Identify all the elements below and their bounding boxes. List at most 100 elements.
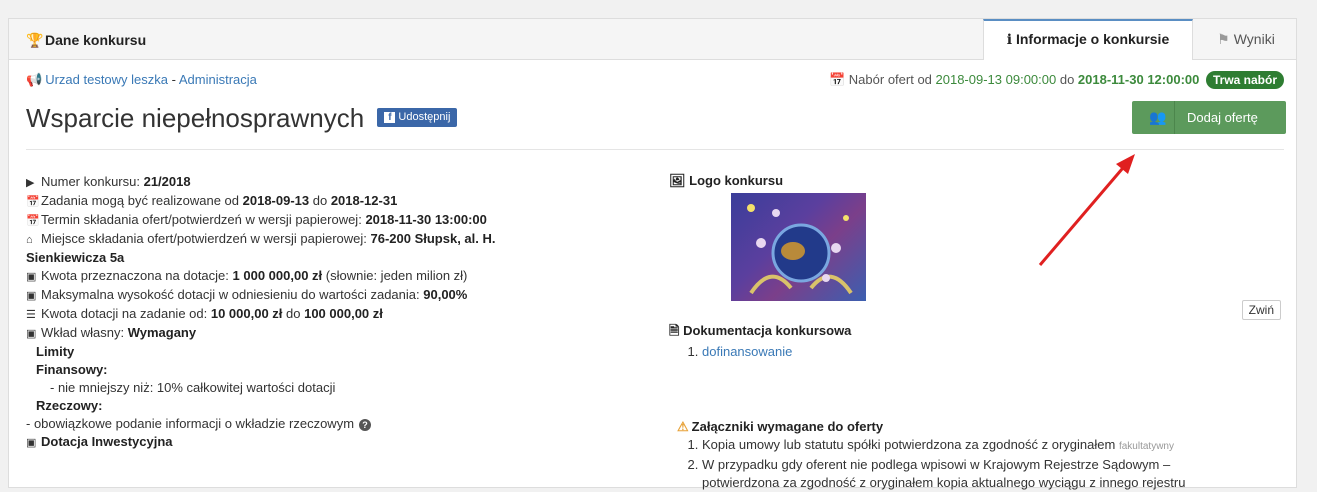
flag-icon: ⚑ bbox=[1217, 31, 1230, 47]
place-value-2: Sienkiewicza 5a bbox=[26, 250, 125, 265]
page-title: Wsparcie niepełnosprawnych f Udostępnij bbox=[26, 103, 458, 134]
amount-words: (słownie: jeden milion zł) bbox=[322, 268, 468, 283]
facebook-icon: f bbox=[384, 111, 396, 123]
attach-title: Załączniki wymagane do oferty bbox=[691, 419, 884, 434]
range-mid: do bbox=[282, 306, 305, 321]
tasks-label: Zadania mogą być realizowane od bbox=[41, 193, 243, 208]
max-value: 90,00% bbox=[423, 287, 468, 302]
investment-label: Dotacja Inwestycyjna bbox=[41, 434, 173, 449]
deadline-label: Termin składania ofert/potwierdzeń w wer… bbox=[41, 212, 366, 227]
number-value: 21/2018 bbox=[143, 174, 191, 189]
financial-heading: Finansowy: bbox=[36, 362, 108, 377]
place-label: Miejsce składania ofert/potwierdzeń w we… bbox=[41, 231, 371, 246]
attachments-list: Kopia umowy lub statutu spółki potwierdz… bbox=[677, 436, 1289, 492]
logo-artwork bbox=[747, 204, 853, 295]
warning-icon: ⚠ bbox=[677, 419, 689, 434]
investment-grant: ▣ Dotacja Inwestycyjna bbox=[26, 433, 586, 452]
grant-range: ☰ Kwota dotacji na zadanie od: 10 000,00 … bbox=[26, 305, 586, 324]
home-icon: ⌂ bbox=[26, 234, 33, 246]
calendar-icon: 📅 bbox=[26, 215, 40, 227]
max-label: Maksymalna wysokość dotacji w odniesieni… bbox=[41, 287, 424, 302]
optional-tag: fakultatywny bbox=[1118, 441, 1174, 452]
tasks-mid: do bbox=[309, 193, 331, 208]
document-link[interactable]: dofinansowanie bbox=[702, 344, 792, 359]
amount-value: 1 000 000,00 zł bbox=[232, 268, 323, 283]
contest-title: Wsparcie niepełnosprawnych bbox=[26, 103, 365, 133]
number-label: Numer konkursu: bbox=[41, 174, 144, 189]
submission-period: 📅 Nabór ofert od 2018-09-13 09:00:00 do … bbox=[828, 71, 1284, 89]
tasks-to: 2018-12-31 bbox=[330, 193, 398, 208]
add-offer-label: Dodaj ofertę bbox=[1187, 110, 1258, 125]
share-button[interactable]: f Udostępnij bbox=[377, 107, 458, 127]
trophy-icon: 🏆 bbox=[26, 32, 44, 48]
calendar-icon: 📅 bbox=[26, 196, 40, 208]
docs-title: Dokumentacja konkursowa bbox=[683, 323, 852, 338]
range-from: 10 000,00 zł bbox=[210, 306, 283, 321]
organizer-breadcrumb: 📢 Urzad testowy leszka - Administracja bbox=[26, 72, 257, 88]
task-period: 📅Zadania mogą być realizowane od 2018-09… bbox=[26, 192, 586, 211]
question-icon[interactable]: ? bbox=[359, 419, 372, 431]
collapse-button[interactable]: Zwiń bbox=[1241, 300, 1281, 320]
docs-list: dofinansowanie bbox=[669, 344, 1289, 359]
documents-section: 🗎 Dokumentacja konkursowa dofinansowanie bbox=[669, 322, 1289, 359]
range-label: Kwota dotacji na zadanie od: bbox=[41, 306, 211, 321]
list-item: Kopia umowy lub statutu spółki potwierdz… bbox=[702, 436, 1289, 456]
range-to: 100 000,00 zł bbox=[304, 306, 383, 321]
financial-note: - nie mniejszy niż: 10% całkowitej warto… bbox=[50, 380, 336, 395]
money-icon: ▣ bbox=[26, 290, 37, 302]
material-heading: Rzeczowy: bbox=[36, 398, 103, 413]
annotation-arrow bbox=[1038, 154, 1135, 266]
own-contribution: ▣ Wkład własny: Wymagany bbox=[26, 324, 586, 343]
attach-section-title: ⚠ Załączniki wymagane do oferty bbox=[677, 418, 1289, 436]
grant-amount: ▣ Kwota przeznaczona na dotacje: 1 000 00… bbox=[26, 267, 586, 286]
material-note: - obowiązkowe podanie informacji o wkład… bbox=[26, 416, 355, 431]
paper-place-cont: Sienkiewicza 5a bbox=[26, 249, 586, 267]
money-icon: ▣ bbox=[26, 271, 37, 283]
tab-results-label: Wyniki bbox=[1233, 31, 1275, 47]
attachment-2a: W przypadku gdy oferent nie podlega wpis… bbox=[702, 457, 1171, 472]
file-icon: 🗎 bbox=[669, 323, 680, 338]
deadline-value: 2018-11-30 13:00:00 bbox=[365, 212, 487, 227]
own-value: Wymagany bbox=[127, 325, 197, 340]
max-grant: ▣ Maksymalna wysokość dotacji w odniesien… bbox=[26, 286, 586, 305]
add-offer-button[interactable]: 👥 Dodaj ofertę bbox=[1132, 101, 1286, 134]
nabor-from: 2018-09-13 09:00:00 bbox=[935, 72, 1057, 87]
docs-section-title: 🗎 Dokumentacja konkursowa bbox=[669, 322, 1289, 344]
material-note-row: - obowiązkowe podanie informacji o wkład… bbox=[26, 415, 586, 433]
image-icon: 🖼 bbox=[669, 173, 686, 188]
contest-details: ▶ Numer konkursu: 21/2018 📅Zadania mogą b… bbox=[26, 173, 586, 452]
nabor-prefix: Nabór ofert od bbox=[848, 72, 936, 87]
logo-section-title: 🖼 Logo konkursu bbox=[669, 173, 1289, 189]
tab-results[interactable]: ⚑ Wyniki bbox=[1194, 19, 1298, 59]
administration-link[interactable]: Administracja bbox=[179, 72, 257, 87]
attachments-section: ⚠Załączniki wymagane do oferty Kopia umo… bbox=[677, 418, 1289, 492]
right-column: 🖼 Logo konkursu 🗎 Dokumentacja konkursow… bbox=[669, 173, 1289, 490]
contest-logo-image bbox=[731, 193, 866, 301]
panel-header: 🏆 Dane konkursu i Informacje o konkursie … bbox=[9, 19, 1296, 60]
info-icon: i bbox=[1006, 32, 1013, 48]
organizer-link[interactable]: Urzad testowy leszka bbox=[45, 72, 168, 87]
users-icon: 👥 bbox=[1142, 101, 1175, 134]
nabor-to: 2018-11-30 12:00:00 bbox=[1077, 72, 1200, 87]
attachment-2b: potwierdzona za zgodność z oryginałem ko… bbox=[702, 475, 1186, 490]
calendar-icon: 📅 bbox=[828, 72, 846, 87]
tasks-from: 2018-09-13 bbox=[242, 193, 310, 208]
tab-info-label: Informacje o konkursie bbox=[1015, 31, 1170, 47]
status-badge: Trwa nabór bbox=[1205, 71, 1284, 89]
play-icon: ▶ bbox=[26, 177, 35, 189]
amount-label: Kwota przeznaczona na dotacje: bbox=[41, 268, 233, 283]
money-icon: ▣ bbox=[26, 437, 37, 449]
panel-title: 🏆 Dane konkursu bbox=[26, 32, 146, 49]
breadcrumb-separator: - bbox=[168, 72, 179, 87]
nabor-mid: do bbox=[1056, 72, 1078, 87]
share-label: Udostępnij bbox=[398, 110, 451, 123]
own-label: Wkład własny: bbox=[41, 325, 128, 340]
panel-title-text: Dane konkursu bbox=[45, 32, 147, 48]
list-item: W przypadku gdy oferent nie podlega wpis… bbox=[702, 456, 1289, 492]
paper-place: ⌂ Miejsce składania ofert/potwierdzeń w w… bbox=[26, 230, 586, 249]
place-value-1: 76-200 Słupsk, al. H. bbox=[370, 231, 496, 246]
list-item: dofinansowanie bbox=[702, 344, 1289, 359]
logo-title: Logo konkursu bbox=[689, 173, 784, 188]
attachment-1: Kopia umowy lub statutu spółki potwierdz… bbox=[702, 437, 1116, 452]
tab-info[interactable]: i Informacje o konkursie bbox=[983, 19, 1193, 60]
